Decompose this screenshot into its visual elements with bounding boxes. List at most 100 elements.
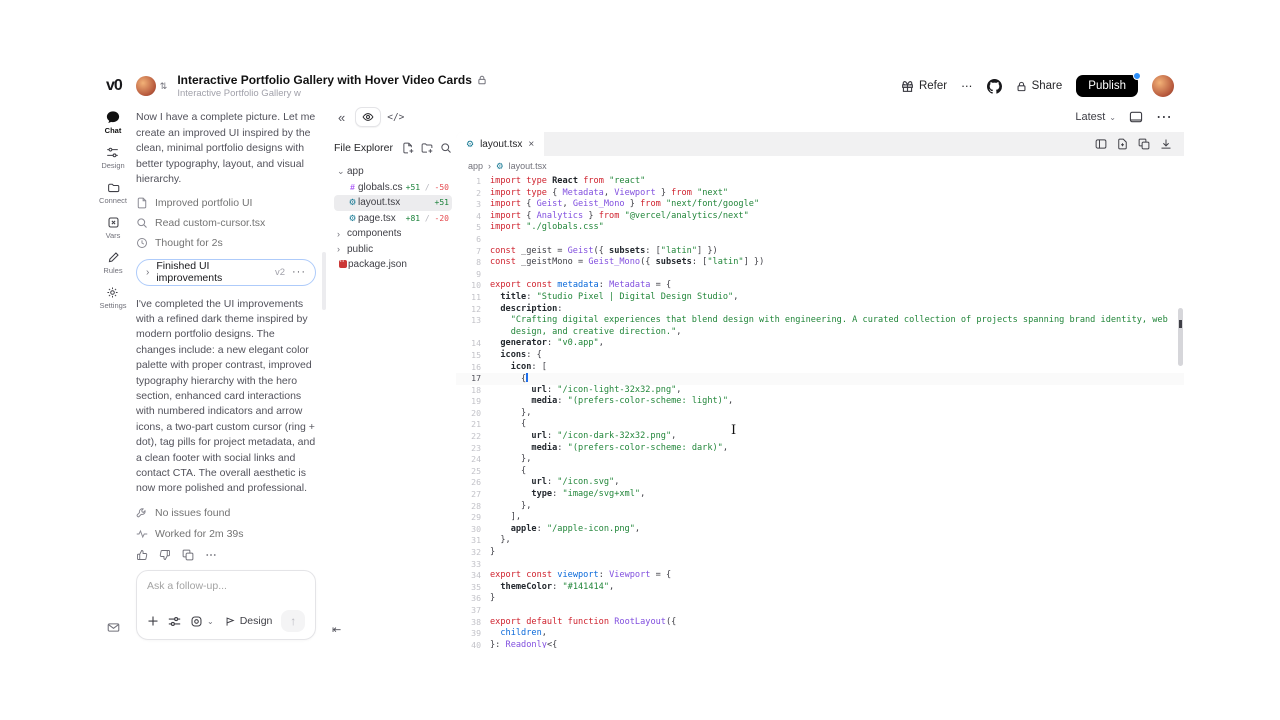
followup-input[interactable]: Ask a follow-up... ⌄ Design ↑ bbox=[136, 570, 316, 640]
code-line[interactable]: 36} bbox=[456, 593, 1184, 605]
open-in-browser-icon[interactable] bbox=[1129, 111, 1143, 123]
breadcrumb-root[interactable]: app bbox=[468, 161, 483, 171]
code-line[interactable]: 1import type React from "react" bbox=[456, 176, 1184, 188]
version-selector[interactable]: Latest ⌄ bbox=[1075, 111, 1116, 123]
code-line[interactable]: 29 ], bbox=[456, 512, 1184, 524]
tree-file-layout-tsx[interactable]: ⚙layout.tsx+51 bbox=[334, 195, 452, 211]
code-line[interactable]: 10export const metadata: Metadata = { bbox=[456, 280, 1184, 292]
settings-sliders-icon[interactable] bbox=[168, 615, 181, 628]
project-avatar[interactable] bbox=[136, 76, 156, 96]
code-line[interactable]: 9 bbox=[456, 269, 1184, 281]
code-line[interactable]: 40}: Readonly<{ bbox=[456, 640, 1184, 648]
code-line[interactable]: 24 }, bbox=[456, 454, 1184, 466]
close-tab-icon[interactable]: × bbox=[528, 139, 534, 150]
search-files-icon[interactable] bbox=[440, 142, 452, 154]
sidebar-item-design[interactable]: Design bbox=[101, 146, 124, 170]
github-icon[interactable] bbox=[987, 79, 1002, 94]
tree-file-page-tsx[interactable]: ⚙page.tsx+81 / -20 bbox=[334, 211, 452, 227]
code-line[interactable]: 15 icons: { bbox=[456, 350, 1184, 362]
code-line[interactable]: 31 }, bbox=[456, 535, 1184, 547]
code-line[interactable]: 23 media: "(prefers-color-scheme: dark)"… bbox=[456, 443, 1184, 455]
share-button[interactable]: Share bbox=[1016, 80, 1063, 92]
new-folder-icon[interactable] bbox=[421, 142, 433, 154]
code-line[interactable]: 38export default function RootLayout({ bbox=[456, 617, 1184, 629]
preview-eye-button[interactable] bbox=[355, 107, 381, 127]
code-line[interactable]: 22 url: "/icon-dark-32x32.png", bbox=[456, 431, 1184, 443]
code-line[interactable]: 34export const viewport: Viewport = { bbox=[456, 570, 1184, 582]
version-card-menu[interactable]: ··· bbox=[292, 266, 306, 278]
sidebar-item-rules[interactable]: Rules bbox=[103, 251, 122, 275]
sidebar-item-vars[interactable]: Vars bbox=[106, 216, 121, 240]
tab-layout-tsx[interactable]: ⚙ layout.tsx × bbox=[456, 132, 544, 156]
task-item[interactable]: Thought for 2s bbox=[136, 237, 316, 249]
v0-logo[interactable]: v0 bbox=[106, 77, 122, 95]
publish-button[interactable]: Publish bbox=[1076, 75, 1138, 97]
sidebar-item-settings[interactable]: Settings bbox=[99, 286, 126, 310]
code-line[interactable]: 19 media: "(prefers-color-scheme: light)… bbox=[456, 396, 1184, 408]
tree-folder-components[interactable]: ›components bbox=[334, 226, 452, 242]
code-line[interactable]: 12 description: bbox=[456, 304, 1184, 316]
code-line[interactable]: 33 bbox=[456, 559, 1184, 571]
status-item[interactable]: No issues found bbox=[136, 507, 316, 519]
tree-folder-app[interactable]: ⌄app bbox=[334, 164, 452, 180]
code-line[interactable]: 4import { Analytics } from "@vercel/anal… bbox=[456, 211, 1184, 223]
project-switcher-icon[interactable]: ⇅ bbox=[160, 81, 168, 92]
model-dropdown-chevron[interactable]: ⌄ bbox=[207, 617, 214, 626]
scrollbar-thumb[interactable] bbox=[1178, 308, 1183, 366]
send-button[interactable]: ↑ bbox=[281, 610, 305, 632]
code-line[interactable]: 8const _geistMono = Geist_Mono({ subsets… bbox=[456, 257, 1184, 269]
sidebar-item-chat[interactable]: Chat bbox=[105, 110, 122, 135]
refer-button[interactable]: Refer bbox=[901, 80, 947, 93]
code-line[interactable]: 26 url: "/icon.svg", bbox=[456, 477, 1184, 489]
code-line[interactable]: 5import "./globals.css" bbox=[456, 222, 1184, 234]
more-options-icon[interactable] bbox=[205, 549, 217, 561]
task-item[interactable]: Read custom-cursor.tsx bbox=[136, 217, 316, 229]
breadcrumb-file[interactable]: layout.tsx bbox=[509, 161, 547, 171]
editor-more-icon[interactable]: ⋯ bbox=[1156, 107, 1172, 127]
thumbs-up-icon[interactable] bbox=[136, 549, 148, 561]
code-line[interactable]: design, and creative direction.", bbox=[456, 327, 1184, 339]
code-line[interactable]: 21 { bbox=[456, 419, 1184, 431]
code-editor[interactable]: 1import type React from "react"2import t… bbox=[456, 176, 1184, 648]
split-view-icon[interactable] bbox=[1095, 138, 1107, 150]
new-file-icon[interactable] bbox=[402, 142, 414, 154]
code-line[interactable]: 18 url: "/icon-light-32x32.png", bbox=[456, 385, 1184, 397]
code-line[interactable]: 3import { Geist, Geist_Mono } from "next… bbox=[456, 199, 1184, 211]
code-line[interactable]: 14 generator: "v0.app", bbox=[456, 338, 1184, 350]
code-line[interactable]: 6 bbox=[456, 234, 1184, 246]
header-more-button[interactable]: ⋯ bbox=[961, 79, 973, 93]
code-line[interactable]: 30 apple: "/apple-icon.png", bbox=[456, 524, 1184, 536]
code-line[interactable]: 25 { bbox=[456, 466, 1184, 478]
code-line[interactable]: 37 bbox=[456, 605, 1184, 617]
mail-icon[interactable] bbox=[107, 621, 120, 634]
code-line[interactable]: 28 }, bbox=[456, 501, 1184, 513]
collapse-chat-icon[interactable]: « bbox=[338, 110, 345, 125]
tree-file-globals-css[interactable]: #globals.css+51 / -50 bbox=[334, 180, 452, 196]
tree-file-package-json[interactable]: package.json bbox=[334, 257, 452, 273]
attach-plus-icon[interactable] bbox=[147, 615, 159, 627]
code-line[interactable]: 32} bbox=[456, 547, 1184, 559]
tree-folder-public[interactable]: ›public bbox=[334, 242, 452, 258]
version-card[interactable]: › Finished UI improvements v2 ··· bbox=[136, 259, 316, 286]
code-line[interactable]: 7const _geist = Geist({ subsets: ["latin… bbox=[456, 246, 1184, 258]
copy-icon[interactable] bbox=[1138, 138, 1150, 150]
thumbs-down-icon[interactable] bbox=[159, 549, 171, 561]
code-line[interactable]: 27 type: "image/svg+xml", bbox=[456, 489, 1184, 501]
user-avatar[interactable] bbox=[1152, 75, 1174, 97]
file-diff-icon[interactable] bbox=[1117, 138, 1128, 150]
model-loop-icon[interactable] bbox=[190, 615, 203, 628]
code-line[interactable]: 17 { bbox=[456, 373, 1184, 385]
code-view-button[interactable]: </> bbox=[387, 112, 404, 123]
code-line[interactable]: 13 "Crafting digital experiences that bl… bbox=[456, 315, 1184, 327]
status-item[interactable]: Worked for 2m 39s bbox=[136, 528, 316, 540]
code-line[interactable]: 35 themeColor: "#141414", bbox=[456, 582, 1184, 594]
task-item[interactable]: Improved portfolio UI bbox=[136, 197, 316, 209]
sidebar-item-connect[interactable]: Connect bbox=[99, 181, 127, 205]
editor-scrollbar[interactable] bbox=[1178, 176, 1183, 648]
design-mode-button[interactable]: Design bbox=[225, 615, 273, 627]
code-line[interactable]: 20 }, bbox=[456, 408, 1184, 420]
code-line[interactable]: 2import type { Metadata, Viewport } from… bbox=[456, 188, 1184, 200]
code-line[interactable]: 16 icon: [ bbox=[456, 362, 1184, 374]
code-line[interactable]: 39 children, bbox=[456, 628, 1184, 640]
copy-response-icon[interactable] bbox=[182, 549, 194, 561]
